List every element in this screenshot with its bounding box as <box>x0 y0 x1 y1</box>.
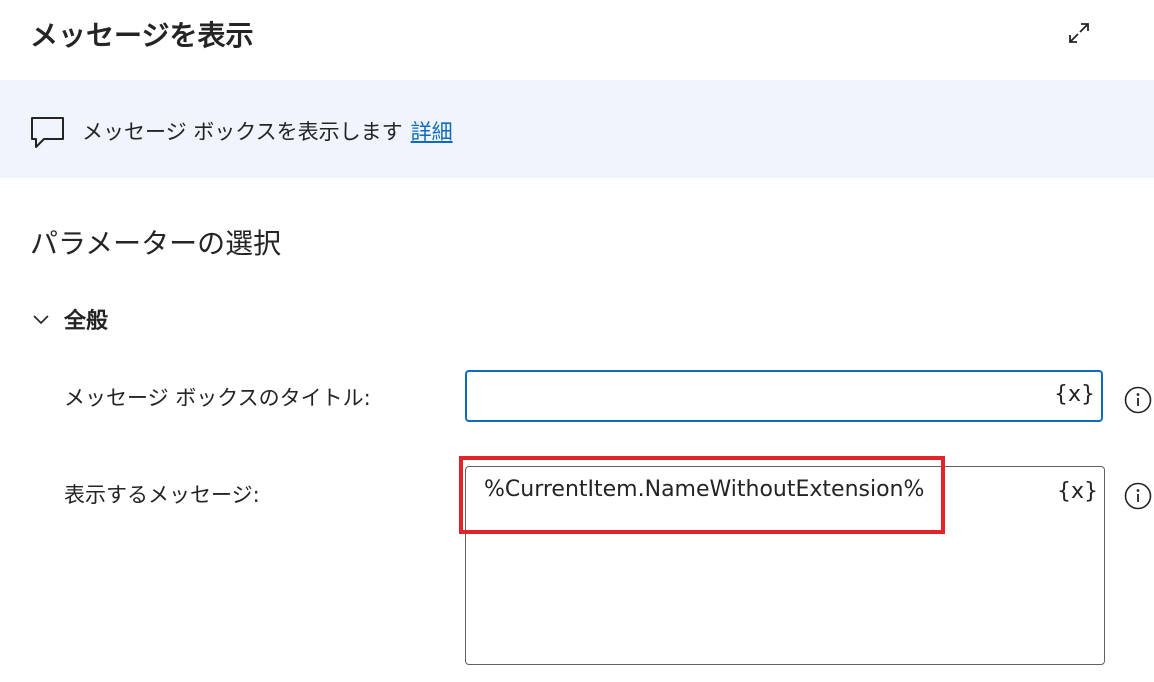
general-group-toggle[interactable]: 全般 <box>30 304 108 334</box>
info-banner: メッセージ ボックスを表示します 詳細 <box>0 80 1154 178</box>
message-box-title-input[interactable]: {x} <box>465 370 1103 422</box>
speech-bubble-icon <box>30 116 66 150</box>
highlight-annotation-box <box>459 456 945 534</box>
variable-picker-button[interactable]: {x} <box>1057 479 1098 504</box>
variable-picker-button[interactable]: {x} <box>1054 382 1095 407</box>
details-link[interactable]: 詳細 <box>411 120 453 144</box>
banner-description: メッセージ ボックスを表示します 詳細 <box>82 116 453 146</box>
message-to-display-label: 表示するメッセージ: <box>64 483 260 507</box>
parameters-section-title: パラメーターの選択 <box>30 227 282 260</box>
info-icon[interactable] <box>1124 482 1152 510</box>
expand-icon[interactable] <box>1066 20 1092 46</box>
banner-text: メッセージ ボックスを表示します <box>82 120 403 144</box>
dialog-title: メッセージを表示 <box>30 19 254 52</box>
general-group-label: 全般 <box>64 309 109 334</box>
display-message-dialog: メッセージを表示 メッセージ ボックスを表示します 詳細 パラメーターの選択 全般… <box>0 0 1154 682</box>
message-box-title-label: メッセージ ボックスのタイトル: <box>64 386 371 410</box>
info-icon[interactable] <box>1124 386 1152 414</box>
chevron-down-icon <box>33 315 49 325</box>
